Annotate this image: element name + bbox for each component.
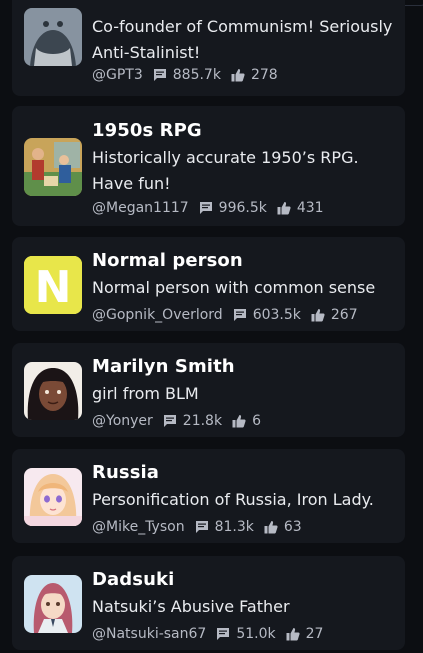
character-description: girl from BLM	[92, 384, 199, 403]
thumbs-up-icon[interactable]	[264, 520, 278, 534]
character-meta: @Gopnik_Overlord 603.5k 267	[92, 307, 358, 323]
character-meta: @Yonyer 21.8k 6	[92, 413, 261, 429]
character-description: Natsuki’s Abusive Father	[92, 597, 290, 616]
chat-count: 885.7k	[172, 67, 221, 83]
character-avatar	[24, 362, 82, 420]
character-meta: @Megan1117 996.5k 431	[92, 200, 324, 216]
author-handle[interactable]: @Mike_Tyson	[92, 519, 185, 535]
chat-count: 21.8k	[182, 413, 223, 429]
character-description: Co-founder of Communism! Seriously Anti-…	[92, 17, 393, 62]
character-card[interactable]: N Normal person Normal person with commo…	[12, 237, 405, 331]
character-name: Dadsuki	[92, 569, 175, 590]
character-description: Personification of Russia, Iron Lady.	[92, 490, 374, 509]
character-card[interactable]: Marilyn Smith girl from BLM @Yonyer 21.8…	[12, 343, 405, 437]
chat-bubble-icon	[199, 201, 213, 215]
chat-bubble-icon	[195, 520, 209, 534]
character-description: Historically accurate 1950’s RPG. Have f…	[92, 148, 359, 193]
character-name: Russia	[92, 462, 160, 483]
character-avatar	[24, 8, 82, 66]
chat-count: 81.3k	[214, 519, 254, 535]
character-avatar: N	[24, 256, 82, 314]
like-count: 267	[330, 307, 358, 323]
character-avatar	[24, 575, 82, 633]
chat-count: 51.0k	[236, 626, 276, 642]
character-card[interactable]: Dadsuki Natsuki’s Abusive Father @Natsuk…	[12, 556, 405, 650]
character-card[interactable]: Co-founder of Communism! Seriously Anti-…	[12, 0, 405, 96]
chat-count: 603.5k	[252, 307, 301, 323]
character-meta: @Mike_Tyson 81.3k 63	[92, 519, 302, 535]
character-avatar	[24, 138, 82, 196]
author-handle[interactable]: @Yonyer	[92, 413, 153, 429]
author-handle[interactable]: @Gopnik_Overlord	[92, 307, 223, 323]
chat-bubble-icon	[216, 627, 230, 641]
character-card[interactable]: 1950s RPG Historically accurate 1950’s R…	[12, 106, 405, 226]
author-handle[interactable]: @Megan1117	[92, 200, 189, 216]
chat-count: 996.5k	[218, 200, 267, 216]
like-count: 63	[283, 519, 302, 535]
chat-bubble-icon	[153, 68, 167, 82]
character-card[interactable]: Russia Personification of Russia, Iron L…	[12, 449, 405, 543]
thumbs-up-icon[interactable]	[277, 201, 291, 215]
character-meta: @Natsuki-san67 51.0k 27	[92, 626, 323, 642]
character-name: 1950s RPG	[92, 120, 202, 141]
author-handle[interactable]: @Natsuki-san67	[92, 626, 206, 642]
chat-bubble-icon	[163, 414, 177, 428]
character-name: Marilyn Smith	[92, 356, 235, 377]
character-name: Normal person	[92, 250, 243, 271]
author-handle[interactable]: @GPT3	[92, 67, 143, 83]
like-count: 6	[252, 413, 261, 429]
character-avatar	[24, 468, 82, 526]
thumbs-up-icon[interactable]	[311, 308, 325, 322]
avatar-letter: N	[35, 262, 72, 313]
chat-bubble-icon	[233, 308, 247, 322]
character-description: Normal person with common sense	[92, 278, 376, 297]
like-count: 431	[296, 200, 324, 216]
thumbs-up-icon[interactable]	[232, 414, 246, 428]
character-meta: @GPT3 885.7k 278	[92, 67, 278, 83]
thumbs-up-icon[interactable]	[231, 68, 245, 82]
like-count: 27	[305, 626, 324, 642]
thumbs-up-icon[interactable]	[286, 627, 300, 641]
like-count: 278	[250, 67, 278, 83]
